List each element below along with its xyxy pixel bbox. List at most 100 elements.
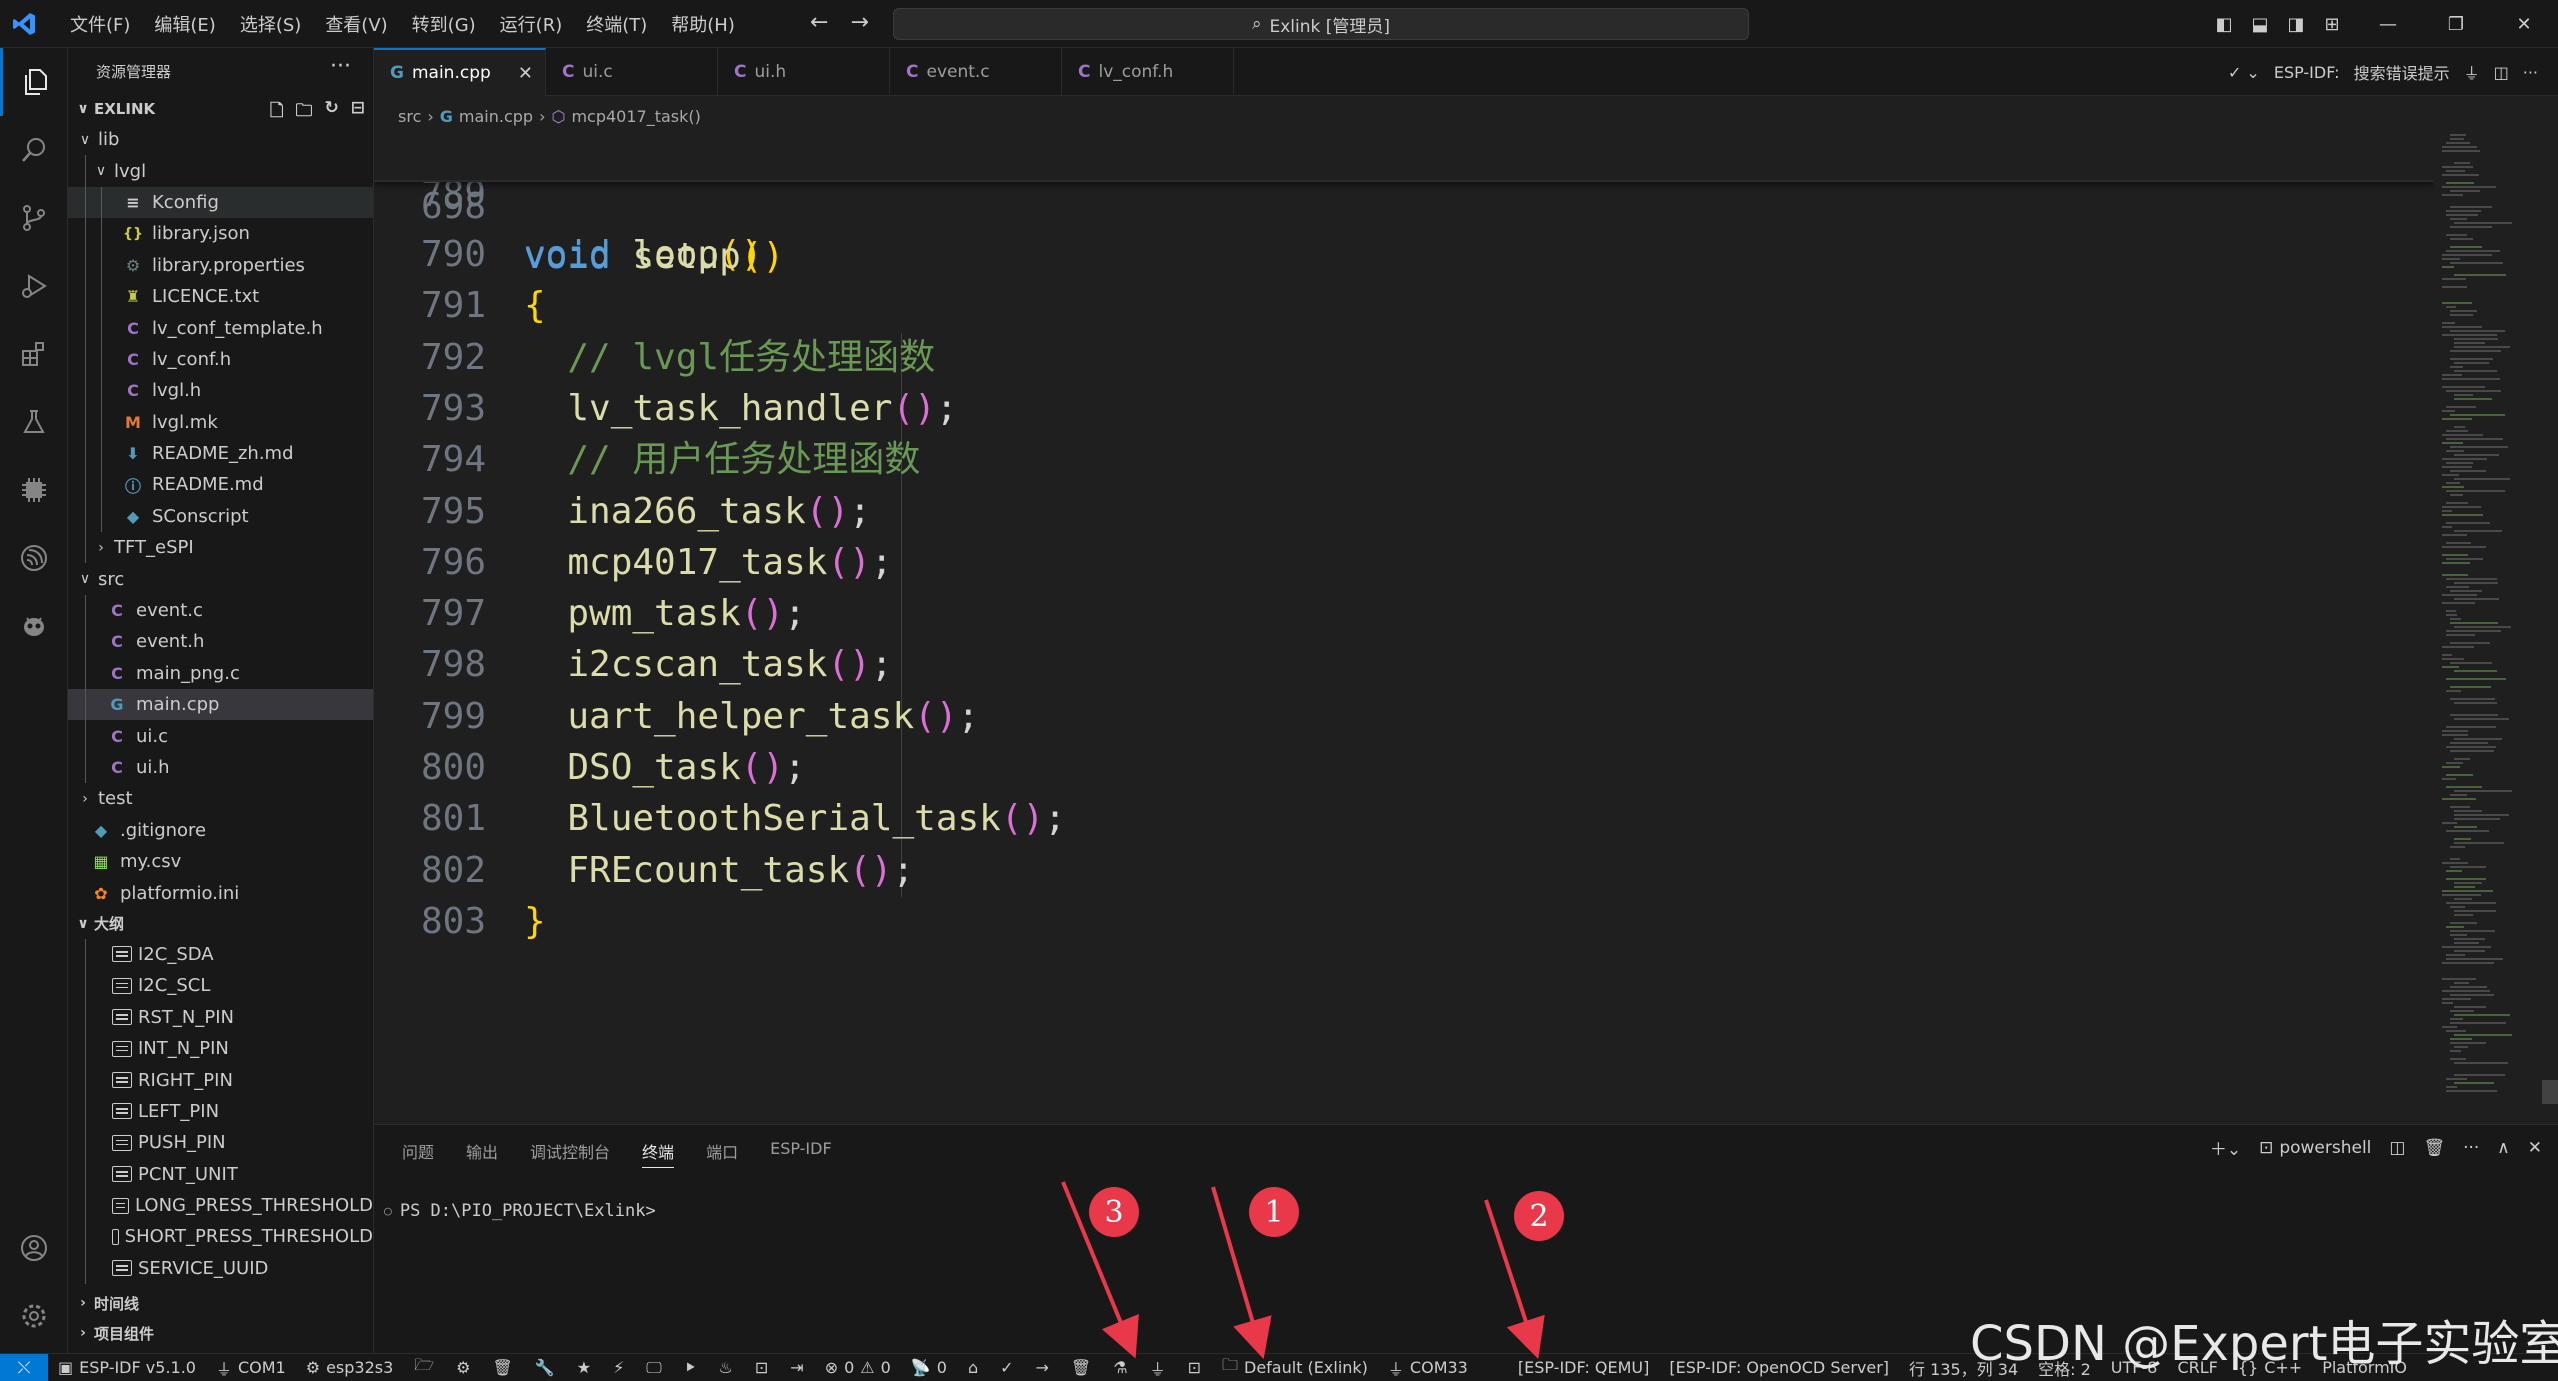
tab-debug-console[interactable]: 调试控制台 — [530, 1139, 610, 1168]
check-icon[interactable]: ✓ ⌄ — [2228, 63, 2260, 82]
platformio-alien-icon[interactable] — [0, 592, 68, 660]
refresh-icon[interactable]: ↻ — [325, 98, 339, 127]
code-line[interactable]: 795 ina266_task(); — [374, 487, 2434, 537]
qemu-button[interactable]: [ESP-IDF: QEMU] — [1508, 1358, 1660, 1377]
flash-bolt-icon[interactable]: ⚡ — [602, 1358, 635, 1377]
menu-view[interactable]: 查看(V) — [313, 11, 399, 37]
tree-item-lvgl-h[interactable]: Clvgl.h — [68, 375, 373, 407]
pio-serial-monitor-plug-icon[interactable]: ⏚ — [1139, 1356, 1177, 1380]
tree-item-tft-espi[interactable]: › TFT_eSPI — [68, 532, 373, 564]
breadcrumb-folder[interactable]: src — [398, 107, 421, 126]
outline-item[interactable]: SERVICE_UUID — [68, 1252, 373, 1285]
debug-icon[interactable]: ⯈ — [673, 1358, 708, 1378]
tab-ui-c[interactable]: C ui.c — [546, 48, 718, 96]
espressif-icon[interactable] — [0, 524, 68, 592]
code-editor[interactable]: 698 void setup() 789790void loop()791{79… — [374, 134, 2434, 1124]
breadcrumb-symbol[interactable]: mcp4017_task() — [571, 107, 700, 126]
toggle-secondary-sidebar-icon[interactable]: ◨ — [2282, 14, 2310, 35]
pio-build-check-icon[interactable]: ✓ — [989, 1358, 1024, 1377]
tab-lv-conf-h[interactable]: C lv_conf.h — [1062, 48, 1234, 96]
tree-item-ui-c[interactable]: Cui.c — [68, 720, 373, 752]
monitor-icon[interactable]: 🖵 — [635, 1358, 672, 1378]
maximize-panel-icon[interactable]: ∧ — [2497, 1138, 2509, 1158]
testing-flask-icon[interactable] — [0, 388, 68, 456]
sdkconfig-icon[interactable]: 🗁 — [403, 1354, 445, 1381]
components-section-header[interactable]: › 项目组件 — [68, 1318, 373, 1348]
extensions-icon[interactable] — [0, 320, 68, 388]
more-actions-icon[interactable]: ··· — [330, 54, 351, 79]
source-control-icon[interactable] — [0, 184, 68, 252]
code-line[interactable]: 801 BluetoothSerial_task(); — [374, 794, 2434, 844]
tree-item-lv-conf-h[interactable]: Clv_conf.h — [68, 343, 373, 376]
explorer-icon[interactable] — [0, 48, 68, 116]
tree-item-ui-h[interactable]: Cui.h — [68, 751, 373, 784]
tree-item-library-json[interactable]: {} library.json — [68, 218, 373, 250]
menu-help[interactable]: 帮助(H) — [659, 11, 747, 37]
more-actions-icon[interactable]: ··· — [2463, 1138, 2479, 1158]
tree-item-lv-conf-template-h[interactable]: Clv_conf_template.h — [68, 312, 373, 344]
outline-item[interactable]: RST_N_PIN — [68, 1001, 373, 1033]
plug-icon[interactable]: ⏚ — [2464, 60, 2480, 84]
sticky-scroll-line[interactable]: 698 void setup() — [374, 134, 2434, 277]
outline-item[interactable]: I2C_SCL — [68, 970, 373, 1002]
menu-terminal[interactable]: 终端(T) — [574, 11, 659, 37]
minimize-icon[interactable]: — — [2354, 14, 2422, 35]
code-line[interactable]: 802 FREcount_task(); — [374, 846, 2434, 896]
tab-main-cpp[interactable]: G main.cpp ✕ — [374, 48, 546, 96]
code-line[interactable]: 793 lv_task_handler(); — [374, 384, 2434, 434]
toggle-sidebar-icon[interactable]: ◧ — [2210, 14, 2238, 35]
tree-item-lib[interactable]: ∨ lib — [68, 124, 373, 155]
minimap[interactable] — [2434, 134, 2558, 1124]
tab-ports[interactable]: 端口 — [706, 1139, 738, 1168]
tree-item-test[interactable]: › test — [68, 783, 373, 814]
chip-icon[interactable] — [0, 456, 68, 524]
tree-item-platformio-ini[interactable]: ✿ platformio.ini — [68, 877, 373, 908]
outline-item[interactable]: PCNT_UNIT — [68, 1158, 373, 1190]
pio-terminal-icon[interactable]: ⊡ — [1177, 1358, 1212, 1377]
tree-item-src[interactable]: ∨ src — [68, 563, 373, 594]
command-center-search[interactable]: ⌕ Exlink [管理员] — [893, 8, 1749, 40]
shell-name[interactable]: powershell — [2279, 1138, 2371, 1158]
timeline-section-header[interactable]: › 时间线 — [68, 1288, 373, 1318]
code-line[interactable]: 797 pwm_task(); — [374, 589, 2434, 639]
full-clean-icon[interactable]: 🗑 — [481, 1358, 523, 1377]
serial-port[interactable]: ⏚ COM1 — [206, 1356, 296, 1380]
menu-edit[interactable]: 编辑(E) — [142, 11, 227, 37]
tree-item-event-c[interactable]: Cevent.c — [68, 594, 373, 627]
new-file-icon[interactable]: 🗋 — [270, 98, 284, 127]
tree-item-my-csv[interactable]: ▦ my.csv — [68, 846, 373, 877]
outline-item[interactable]: PUSH_PIN — [68, 1127, 373, 1159]
outline-item[interactable]: I2C_SDA — [68, 938, 373, 971]
split-editor-icon[interactable]: ◫ — [2494, 63, 2509, 82]
flame-icon[interactable]: ♨ — [708, 1358, 744, 1377]
code-line[interactable]: 792 // lvgl任务处理函数 — [374, 333, 2434, 383]
problems-count[interactable]: ⊗ 0 ⚠ 0 — [815, 1358, 901, 1377]
breadcrumb-file[interactable]: main.cpp — [459, 107, 533, 126]
search-view-icon[interactable] — [0, 116, 68, 184]
tree-item-kconfig[interactable]: ≡ Kconfig — [68, 186, 373, 219]
code-line[interactable]: 796 mcp4017_task(); — [374, 538, 2434, 588]
menu-file[interactable]: 文件(F) — [58, 11, 142, 37]
flash-star-icon[interactable]: ★ — [566, 1358, 602, 1377]
close-window-icon[interactable]: ✕ — [2490, 14, 2558, 35]
pio-test-flask-icon[interactable]: ⚗ — [1102, 1358, 1138, 1377]
code-line[interactable]: 799 uart_helper_task(); — [374, 692, 2434, 742]
tab-ui-h[interactable]: C ui.h — [718, 48, 890, 96]
menu-go[interactable]: 转到(G) — [400, 11, 488, 37]
menu-run[interactable]: 运行(R) — [488, 11, 575, 37]
terminal-output[interactable]: ○ PS D:\PIO_PROJECT\Exlink> — [384, 1201, 656, 1221]
pio-upload-arrow-icon[interactable]: → — [1025, 1358, 1060, 1377]
pio-clean-trash-icon[interactable]: 🗑 — [1060, 1358, 1102, 1377]
search-error-hint-button[interactable]: 搜索错误提示 — [2354, 60, 2450, 84]
tree-item-library-properties[interactable]: ⚙ library.properties — [68, 249, 373, 281]
code-line[interactable]: 791{ — [374, 281, 2434, 331]
settings-gear-icon[interactable] — [0, 1282, 68, 1350]
customize-layout-icon[interactable]: ⊞ — [2318, 14, 2346, 35]
tree-item-main-png-c[interactable]: Cmain_png.c — [68, 657, 373, 690]
new-folder-icon[interactable]: 🗀 — [296, 98, 313, 127]
outline-item[interactable]: LEFT_PIN — [68, 1095, 373, 1128]
build-wrench-icon[interactable]: 🔧 — [524, 1358, 566, 1377]
pio-env[interactable]: 🗀 Default (Exlink) — [1212, 1354, 1378, 1381]
accounts-icon[interactable] — [0, 1214, 68, 1282]
tree-item-main-cpp[interactable]: Gmain.cpp — [68, 689, 373, 721]
